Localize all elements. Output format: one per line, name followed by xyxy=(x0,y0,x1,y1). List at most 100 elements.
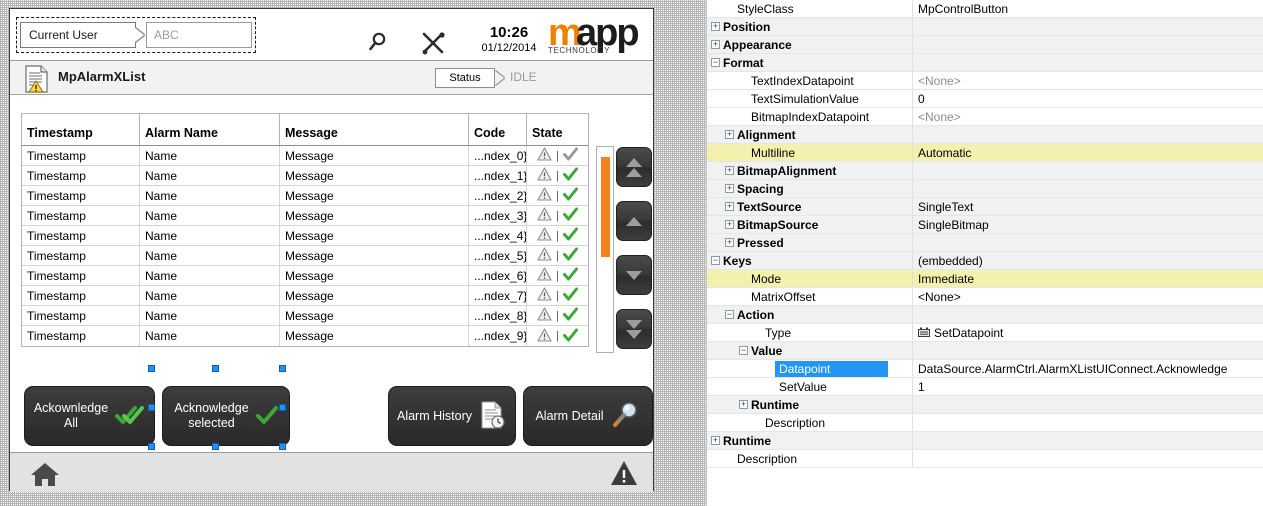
property-row[interactable]: MatrixOffset <None> xyxy=(707,288,1263,306)
selection-handle-top-right[interactable] xyxy=(279,365,286,372)
alarm-history-button[interactable]: Alarm History xyxy=(388,386,516,446)
alarm-list-scrollbar[interactable] xyxy=(596,146,614,353)
property-row[interactable]: Type SetDatapoint xyxy=(707,324,1263,342)
property-value[interactable] xyxy=(913,126,1263,143)
property-row[interactable]: + Position xyxy=(707,18,1263,36)
alarm-detail-button[interactable]: Alarm Detail xyxy=(523,386,653,446)
property-row[interactable]: + Pressed xyxy=(707,234,1263,252)
home-icon[interactable] xyxy=(30,461,60,487)
property-value[interactable]: <None> xyxy=(913,288,1263,305)
property-row[interactable]: − Keys (embedded) xyxy=(707,252,1263,270)
property-row[interactable]: Description xyxy=(707,414,1263,432)
property-value[interactable]: DataSource.AlarmCtrl.AlarmXListUIConnect… xyxy=(913,360,1263,377)
property-value[interactable]: 0 xyxy=(913,90,1263,107)
property-value[interactable]: SingleText xyxy=(913,198,1263,215)
table-row[interactable]: Timestamp Name Message ...ndex_6} | xyxy=(22,266,588,286)
selection-handle-bottom-center[interactable] xyxy=(212,443,219,450)
alarm-table[interactable]: Timestamp Alarm Name Message Code State … xyxy=(21,113,589,353)
property-value[interactable]: Immediate xyxy=(913,270,1263,287)
property-value[interactable] xyxy=(913,162,1263,179)
property-row[interactable]: + BitmapAlignment xyxy=(707,162,1263,180)
property-row[interactable]: + Alignment xyxy=(707,126,1263,144)
ack-sel-line1: Acknowledge xyxy=(174,401,249,415)
property-value[interactable]: Automatic xyxy=(913,144,1263,161)
table-row[interactable]: Timestamp Name Message ...ndex_1} | xyxy=(22,166,588,186)
hmi-editor-canvas[interactable]: Current User ABC 10:26 01/12/2014 m app … xyxy=(0,0,706,506)
property-row[interactable]: StyleClass MpControlButton xyxy=(707,0,1263,18)
property-value[interactable]: SingleBitmap xyxy=(913,216,1263,233)
table-row[interactable]: Timestamp Name Message ...ndex_3} | xyxy=(22,206,588,226)
property-value[interactable] xyxy=(913,54,1263,71)
selection-handle-top-center[interactable] xyxy=(212,365,219,372)
property-value[interactable] xyxy=(913,414,1263,431)
scroll-bottom-button[interactable] xyxy=(616,309,652,349)
column-header-code[interactable]: Code xyxy=(469,114,527,145)
property-row[interactable]: Multiline Automatic xyxy=(707,144,1263,162)
property-value[interactable]: SetDatapoint xyxy=(913,324,1263,341)
acknowledge-selected-button[interactable]: Acknowledge selected xyxy=(162,386,290,446)
property-value[interactable] xyxy=(913,432,1263,449)
property-row[interactable]: SetValue 1 xyxy=(707,378,1263,396)
property-row[interactable]: TextSimulationValue 0 xyxy=(707,90,1263,108)
property-value[interactable] xyxy=(913,36,1263,53)
table-row[interactable]: Timestamp Name Message ...ndex_5} | xyxy=(22,246,588,266)
property-row[interactable]: + Spacing xyxy=(707,180,1263,198)
column-header-alarm-name[interactable]: Alarm Name xyxy=(140,114,280,145)
selection-handle-top-left[interactable] xyxy=(148,365,155,372)
scrollbar-thumb[interactable] xyxy=(601,157,610,257)
property-value[interactable]: (embedded) xyxy=(913,252,1263,269)
property-row[interactable]: + Runtime xyxy=(707,396,1263,414)
property-value[interactable] xyxy=(913,396,1263,413)
scroll-top-button[interactable] xyxy=(616,147,652,187)
property-value[interactable]: MpControlButton xyxy=(913,0,1263,17)
selection-handle-bottom-left[interactable] xyxy=(148,443,155,450)
property-value[interactable] xyxy=(913,306,1263,323)
search-icon[interactable] xyxy=(368,30,396,58)
property-row[interactable]: Description xyxy=(707,450,1263,468)
ack-all-line1: Ackownledge xyxy=(33,401,109,415)
column-header-state[interactable]: State xyxy=(527,114,588,145)
selection-handle-middle-right[interactable] xyxy=(279,404,286,411)
property-row[interactable]: TextIndexDatapoint <None> xyxy=(707,72,1263,90)
table-row[interactable]: Timestamp Name Message ...ndex_9} | xyxy=(22,326,588,346)
property-row[interactable]: BitmapIndexDatapoint <None> xyxy=(707,108,1263,126)
property-value[interactable]: <None> xyxy=(913,108,1263,125)
scroll-up-button[interactable] xyxy=(616,201,652,241)
double-check-icon xyxy=(115,404,145,429)
property-value[interactable] xyxy=(913,450,1263,467)
tools-icon[interactable] xyxy=(420,30,448,58)
current-user-value[interactable]: ABC xyxy=(146,22,252,48)
column-header-timestamp[interactable]: Timestamp xyxy=(22,114,140,145)
table-row[interactable]: Timestamp Name Message ...ndex_8} | xyxy=(22,306,588,326)
property-value[interactable] xyxy=(913,234,1263,251)
property-row[interactable]: − Action xyxy=(707,306,1263,324)
table-row[interactable]: Timestamp Name Message ...ndex_4} | xyxy=(22,226,588,246)
property-row[interactable]: + Appearance xyxy=(707,36,1263,54)
property-value[interactable] xyxy=(913,18,1263,35)
table-row[interactable]: Timestamp Name Message ...ndex_7} | xyxy=(22,286,588,306)
property-row[interactable]: Mode Immediate xyxy=(707,270,1263,288)
column-header-message[interactable]: Message xyxy=(280,114,469,145)
property-row[interactable]: − Format xyxy=(707,54,1263,72)
property-row[interactable]: + TextSource SingleText xyxy=(707,198,1263,216)
property-value[interactable]: <None> xyxy=(913,72,1263,89)
property-row[interactable]: + Runtime xyxy=(707,432,1263,450)
property-value[interactable] xyxy=(913,180,1263,197)
scroll-down-button[interactable] xyxy=(616,255,652,295)
selection-handle-middle-left[interactable] xyxy=(148,404,155,411)
warning-icon[interactable] xyxy=(610,460,638,486)
property-grid[interactable]: StyleClass MpControlButton + Position + Appea… xyxy=(706,0,1263,506)
property-row[interactable]: − Value xyxy=(707,342,1263,360)
cell-alarm-name: Name xyxy=(140,246,280,265)
acknowledged-check-icon xyxy=(562,167,578,184)
property-value[interactable]: 1 xyxy=(913,378,1263,395)
property-value[interactable] xyxy=(913,342,1263,359)
selection-handle-bottom-right[interactable] xyxy=(279,443,286,450)
table-row[interactable]: Timestamp Name Message ...ndex_2} | xyxy=(22,186,588,206)
state-separator: | xyxy=(556,149,559,162)
cell-code: ...ndex_7} xyxy=(469,286,527,305)
table-row[interactable]: Timestamp Name Message ...ndex_0} | xyxy=(22,146,588,166)
property-row[interactable]: + BitmapSource SingleBitmap xyxy=(707,216,1263,234)
property-row[interactable]: Datapoint DataSource.AlarmCtrl.AlarmXList… xyxy=(707,360,1263,378)
acknowledge-all-button[interactable]: Ackownledge All xyxy=(24,386,155,446)
